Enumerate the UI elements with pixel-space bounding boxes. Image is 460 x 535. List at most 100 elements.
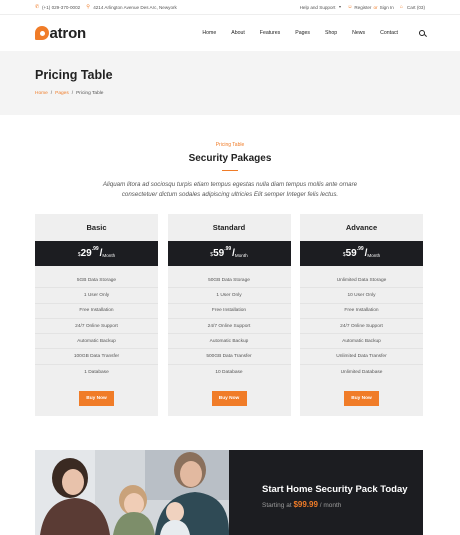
feature-item: 1 Database: [84, 369, 109, 375]
top-bar-contact: ✆ (+1) 029-370-0002 ⚲ 4214 Arlington Ave…: [35, 3, 177, 10]
page-title: Pricing Table: [35, 68, 113, 82]
feature-item: Free Installation: [167, 304, 291, 319]
promo-banner: Start Home Security Pack Today Starting …: [35, 450, 423, 535]
section-description: Aliquam litora ad sociosqu turpis etiam …: [102, 181, 358, 199]
feature-list: 5GB Data Storage 1 User Only Free Instal…: [35, 266, 158, 380]
breadcrumb-home[interactable]: Home: [35, 91, 48, 96]
price-amount: 59: [345, 248, 357, 259]
plan-name: Advance: [345, 223, 378, 232]
phone-text: (+1) 029-370-0002: [42, 4, 81, 10]
plan-price: $ 59 .99 / Month: [167, 241, 291, 266]
cart-icon: ⌂: [399, 3, 403, 10]
nav-shop[interactable]: Shop: [325, 30, 337, 36]
feature-list: 50GB Data Storage 1 User Only Free Insta…: [167, 266, 291, 380]
nav-about[interactable]: About: [231, 30, 245, 36]
feature-item: 1 User Only: [167, 288, 291, 304]
price-amount: 29: [80, 248, 92, 259]
pricing-card-advance: Advance $ 59 .99 / Month Unlimited Data …: [300, 214, 423, 416]
feature-list: Unlimited Data Storage 10 User Only Free…: [300, 266, 423, 380]
feature-item: 100GB Data Transfer: [35, 349, 158, 365]
pricing-card-standard: Standard $ 59 .99 / Month 50GB Data Stor…: [167, 214, 291, 416]
price-period: Month: [367, 253, 381, 258]
pricing-card-basic: Basic $ 29 .99 / Month 5GB Data Storage …: [35, 214, 158, 416]
phone-info[interactable]: ✆ (+1) 029-370-0002: [35, 3, 81, 10]
price-cents: .99: [224, 246, 232, 252]
location-pin-icon: ⚲: [86, 3, 90, 10]
user-icon: ☺: [347, 3, 353, 10]
feature-item: 10 User Only: [300, 288, 423, 304]
title-underline: [222, 170, 238, 172]
family-photo-illustration: [35, 450, 229, 535]
price-cents: .99: [91, 246, 99, 252]
account-links: ☺ Register or Sign In: [347, 3, 394, 10]
page-header: Pricing Table Home / Pages / Pricing Tab…: [0, 51, 460, 115]
top-bar-actions: Help and Support ☺ Register or Sign In ⌂…: [300, 3, 425, 10]
phone-icon: ✆: [35, 3, 40, 10]
logo-p-mark: [35, 26, 49, 40]
feature-item: Unlimited Data Storage: [300, 273, 423, 289]
promo-content: Start Home Security Pack Today Starting …: [229, 450, 423, 535]
promo-price: $99.99: [293, 500, 318, 509]
section-title: Security Pakages: [188, 153, 272, 164]
buy-now-button-basic[interactable]: Buy Now: [79, 391, 114, 407]
price-cents: .99: [356, 246, 364, 252]
buy-now-button-standard[interactable]: Buy Now: [211, 391, 247, 407]
nav-news[interactable]: News: [352, 30, 365, 36]
search-icon[interactable]: [419, 30, 425, 36]
pricing-section-heading: Pricing Table Security Pakages Aliquam l…: [0, 115, 460, 200]
promo-price-line: Starting at $99.99 / month: [262, 500, 423, 509]
breadcrumb-separator: /: [50, 91, 53, 96]
price-amount: 59: [213, 248, 225, 259]
plan-price: $ 29 .99 / Month: [35, 241, 158, 266]
nav-home[interactable]: Home: [202, 30, 216, 36]
nav-contact[interactable]: Contact: [380, 30, 398, 36]
nav-features[interactable]: Features: [260, 30, 280, 36]
feature-item: Unlimited Data Transfer: [300, 349, 423, 365]
feature-item: 24/7 Online Support: [167, 319, 291, 335]
help-label: Help and Support: [299, 4, 336, 10]
or-text: or: [373, 4, 378, 10]
family-photo: [35, 450, 229, 535]
promo-period: / month: [319, 502, 342, 509]
feature-item: Unlimited Database: [340, 369, 383, 375]
address-text: 4214 Arlington Avenue Des Arc, Newyork: [93, 4, 177, 10]
logo-text: atron: [49, 24, 87, 42]
help-dropdown[interactable]: Help and Support: [300, 5, 342, 10]
nav-pages[interactable]: Pages: [295, 30, 310, 36]
feature-item: Automatic Backup: [167, 334, 291, 350]
signin-link[interactable]: Sign In: [380, 5, 394, 10]
buy-now-button-advance[interactable]: Buy Now: [344, 391, 379, 407]
main-navbar: atron Home About Features Pages Shop New…: [0, 15, 460, 51]
site-logo[interactable]: atron: [35, 25, 86, 42]
section-kicker: Pricing Table: [215, 142, 245, 148]
breadcrumb: Home / Pages / Pricing Table: [35, 91, 425, 96]
feature-item: Free Installation: [300, 304, 423, 319]
top-bar: ✆ (+1) 029-370-0002 ⚲ 4214 Arlington Ave…: [0, 0, 460, 15]
breadcrumb-current: Pricing Table: [76, 91, 104, 96]
price-period: Month: [102, 253, 116, 258]
price-period: Month: [234, 253, 248, 258]
promo-starting-text: Starting at: [262, 502, 292, 509]
cart-link[interactable]: ⌂ Cart (03): [399, 3, 425, 10]
plan-name: Basic: [86, 223, 107, 232]
plan-name: Standard: [212, 223, 246, 232]
feature-item: Automatic Backup: [300, 334, 423, 350]
feature-item: Automatic Backup: [35, 334, 158, 350]
feature-item: 24/7 Online Support: [35, 319, 158, 335]
feature-item: 5GB Data Storage: [35, 273, 158, 289]
pricing-cards: Basic $ 29 .99 / Month 5GB Data Storage …: [35, 214, 423, 416]
main-menu: Home About Features Pages Shop News Cont…: [202, 30, 425, 36]
feature-item: 24/7 Online Support: [300, 319, 423, 335]
feature-item: 1 User Only: [35, 288, 158, 304]
breadcrumb-separator: /: [71, 91, 74, 96]
address-info: ⚲ 4214 Arlington Avenue Des Arc, Newyork: [86, 3, 177, 10]
feature-item: 50GB Data Storage: [167, 273, 291, 289]
breadcrumb-pages[interactable]: Pages: [55, 91, 69, 96]
cart-label: Cart (03): [406, 4, 425, 10]
chevron-down-icon: [339, 6, 342, 8]
plan-price: $ 59 .99 / Month: [300, 241, 423, 266]
promo-title: Start Home Security Pack Today: [262, 484, 408, 495]
register-link[interactable]: Register: [354, 5, 371, 10]
feature-item: 500GB Data Transfer: [167, 349, 291, 365]
feature-item: 10 Database: [215, 369, 243, 375]
